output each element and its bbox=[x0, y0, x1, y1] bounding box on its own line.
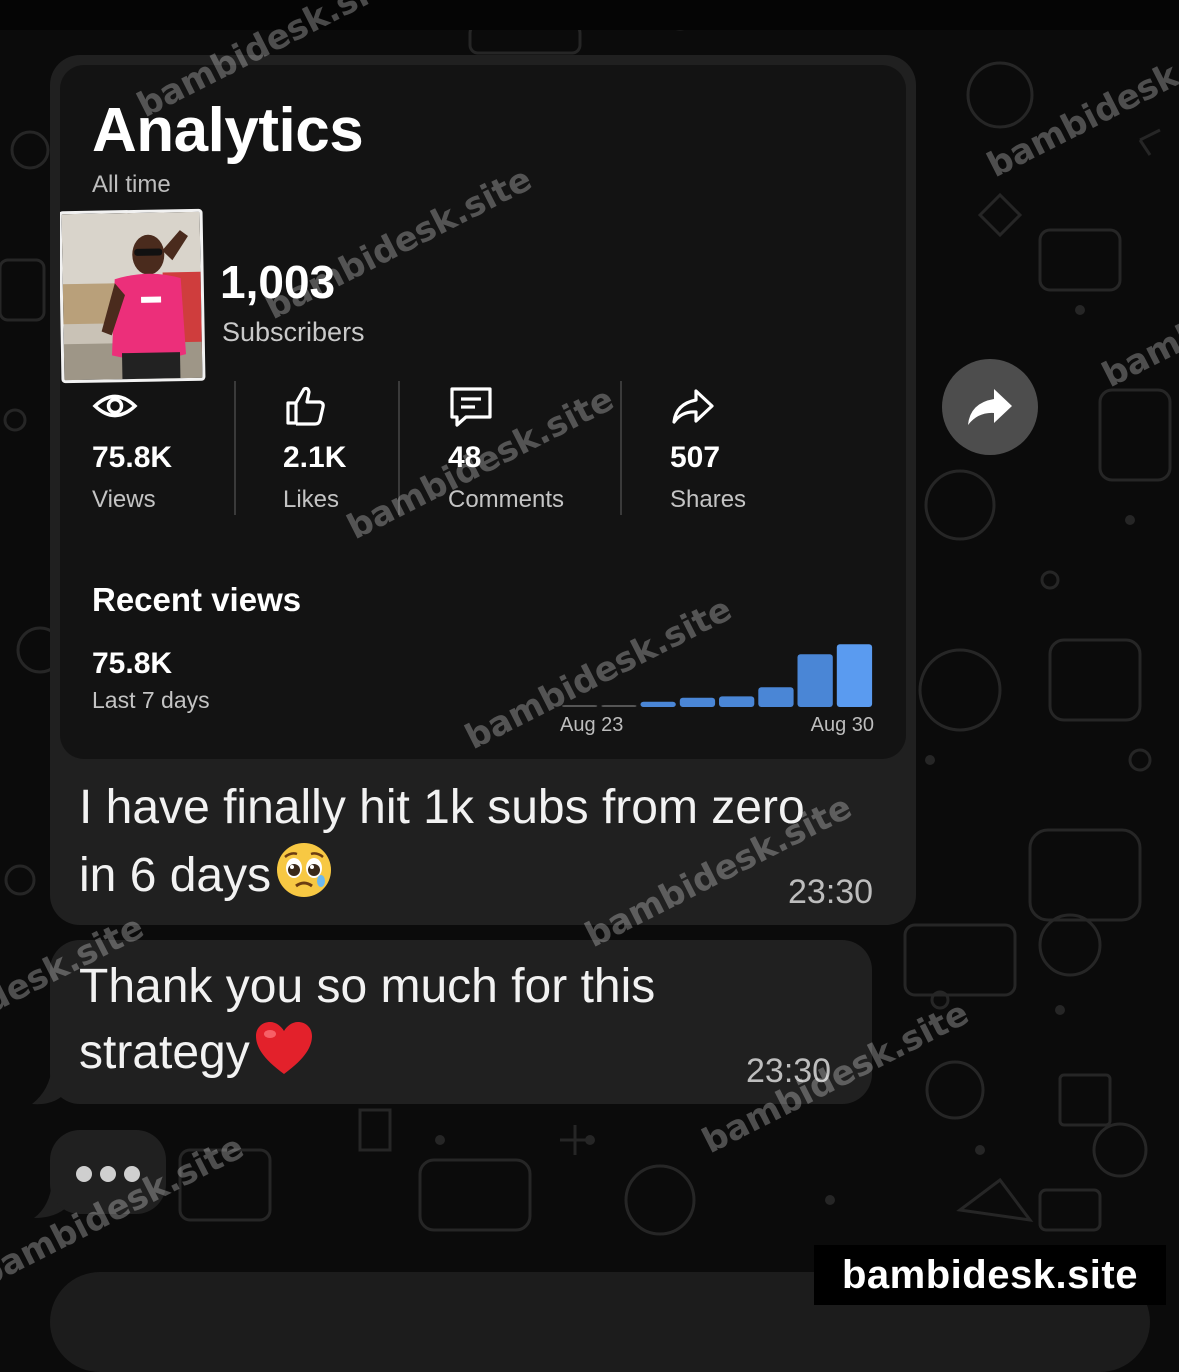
views-bar bbox=[640, 701, 676, 707]
views-bar bbox=[797, 654, 833, 707]
watermark-label-text: bambidesk.site bbox=[841, 1252, 1138, 1297]
message-2-line-2: strategy bbox=[79, 1026, 250, 1079]
message-1-line-2: in 6 days bbox=[79, 849, 272, 902]
views-bar bbox=[836, 644, 873, 707]
message-2-line-1: Thank you so much for this bbox=[79, 960, 656, 1013]
forward-button[interactable] bbox=[942, 359, 1038, 455]
stat-likes: 2.1K Likes bbox=[283, 383, 346, 513]
likes-label: Likes bbox=[283, 486, 340, 513]
chart-end-label: Aug 30 bbox=[811, 714, 874, 736]
stat-comments: 48 Comments bbox=[448, 383, 564, 513]
message-2-time: 23:30 bbox=[746, 1052, 832, 1090]
views-value: 75.8K bbox=[92, 441, 173, 474]
comments-value: 48 bbox=[448, 441, 482, 474]
eye-icon bbox=[92, 394, 138, 418]
typing-dot bbox=[100, 1166, 116, 1182]
recent-views-value: 75.8K bbox=[92, 647, 173, 680]
pleading-face-emoji bbox=[275, 841, 333, 917]
analytics-card-image[interactable]: Analytics All time 1,003 Subscribers 75.… bbox=[60, 65, 906, 759]
message-1-time: 23:30 bbox=[788, 873, 874, 911]
views-bar bbox=[719, 696, 755, 707]
views-bar bbox=[601, 705, 637, 707]
chart-start-label: Aug 23 bbox=[560, 714, 623, 736]
views-bar bbox=[562, 705, 598, 707]
subscriber-label: Subscribers bbox=[222, 317, 365, 347]
status-bar-edge bbox=[0, 0, 1179, 30]
bubble-tail bbox=[32, 1066, 68, 1105]
shares-value: 507 bbox=[670, 441, 721, 474]
typing-dot bbox=[124, 1166, 140, 1182]
avatar bbox=[60, 208, 206, 384]
views-bar bbox=[679, 697, 716, 707]
analytics-subtitle: All time bbox=[92, 171, 171, 198]
stat-divider bbox=[620, 381, 622, 515]
forward-arrow-icon bbox=[968, 389, 1012, 425]
comment-icon bbox=[450, 387, 492, 427]
message-1-line-1: I have finally hit 1k subs from zero bbox=[79, 781, 805, 834]
message-bubble-2[interactable]: Thank you so much for this strategy 23:3… bbox=[50, 940, 872, 1104]
stat-shares: 507 Shares bbox=[670, 383, 746, 513]
stat-divider bbox=[234, 381, 236, 515]
watermark-label: bambidesk.site bbox=[814, 1245, 1166, 1305]
analytics-title: Analytics bbox=[92, 96, 364, 165]
shares-label: Shares bbox=[670, 486, 747, 513]
recent-views-title: Recent views bbox=[92, 581, 302, 618]
views-label: Views bbox=[92, 486, 156, 513]
recent-views-bar-chart: Aug 23 Aug 30 bbox=[560, 644, 874, 736]
stat-divider bbox=[398, 381, 400, 515]
views-bar bbox=[758, 687, 794, 707]
likes-value: 2.1K bbox=[283, 441, 347, 474]
typing-indicator bbox=[50, 1130, 166, 1214]
recent-views-period: Last 7 days bbox=[92, 687, 210, 713]
red-heart-emoji bbox=[254, 1020, 314, 1094]
typing-dot bbox=[76, 1166, 92, 1182]
thumbs-up-icon bbox=[286, 386, 325, 426]
stat-views: 75.8K Views bbox=[92, 383, 172, 513]
comments-label: Comments bbox=[448, 486, 565, 513]
share-arrow-icon bbox=[672, 389, 714, 424]
subscriber-count: 1,003 bbox=[220, 256, 336, 308]
